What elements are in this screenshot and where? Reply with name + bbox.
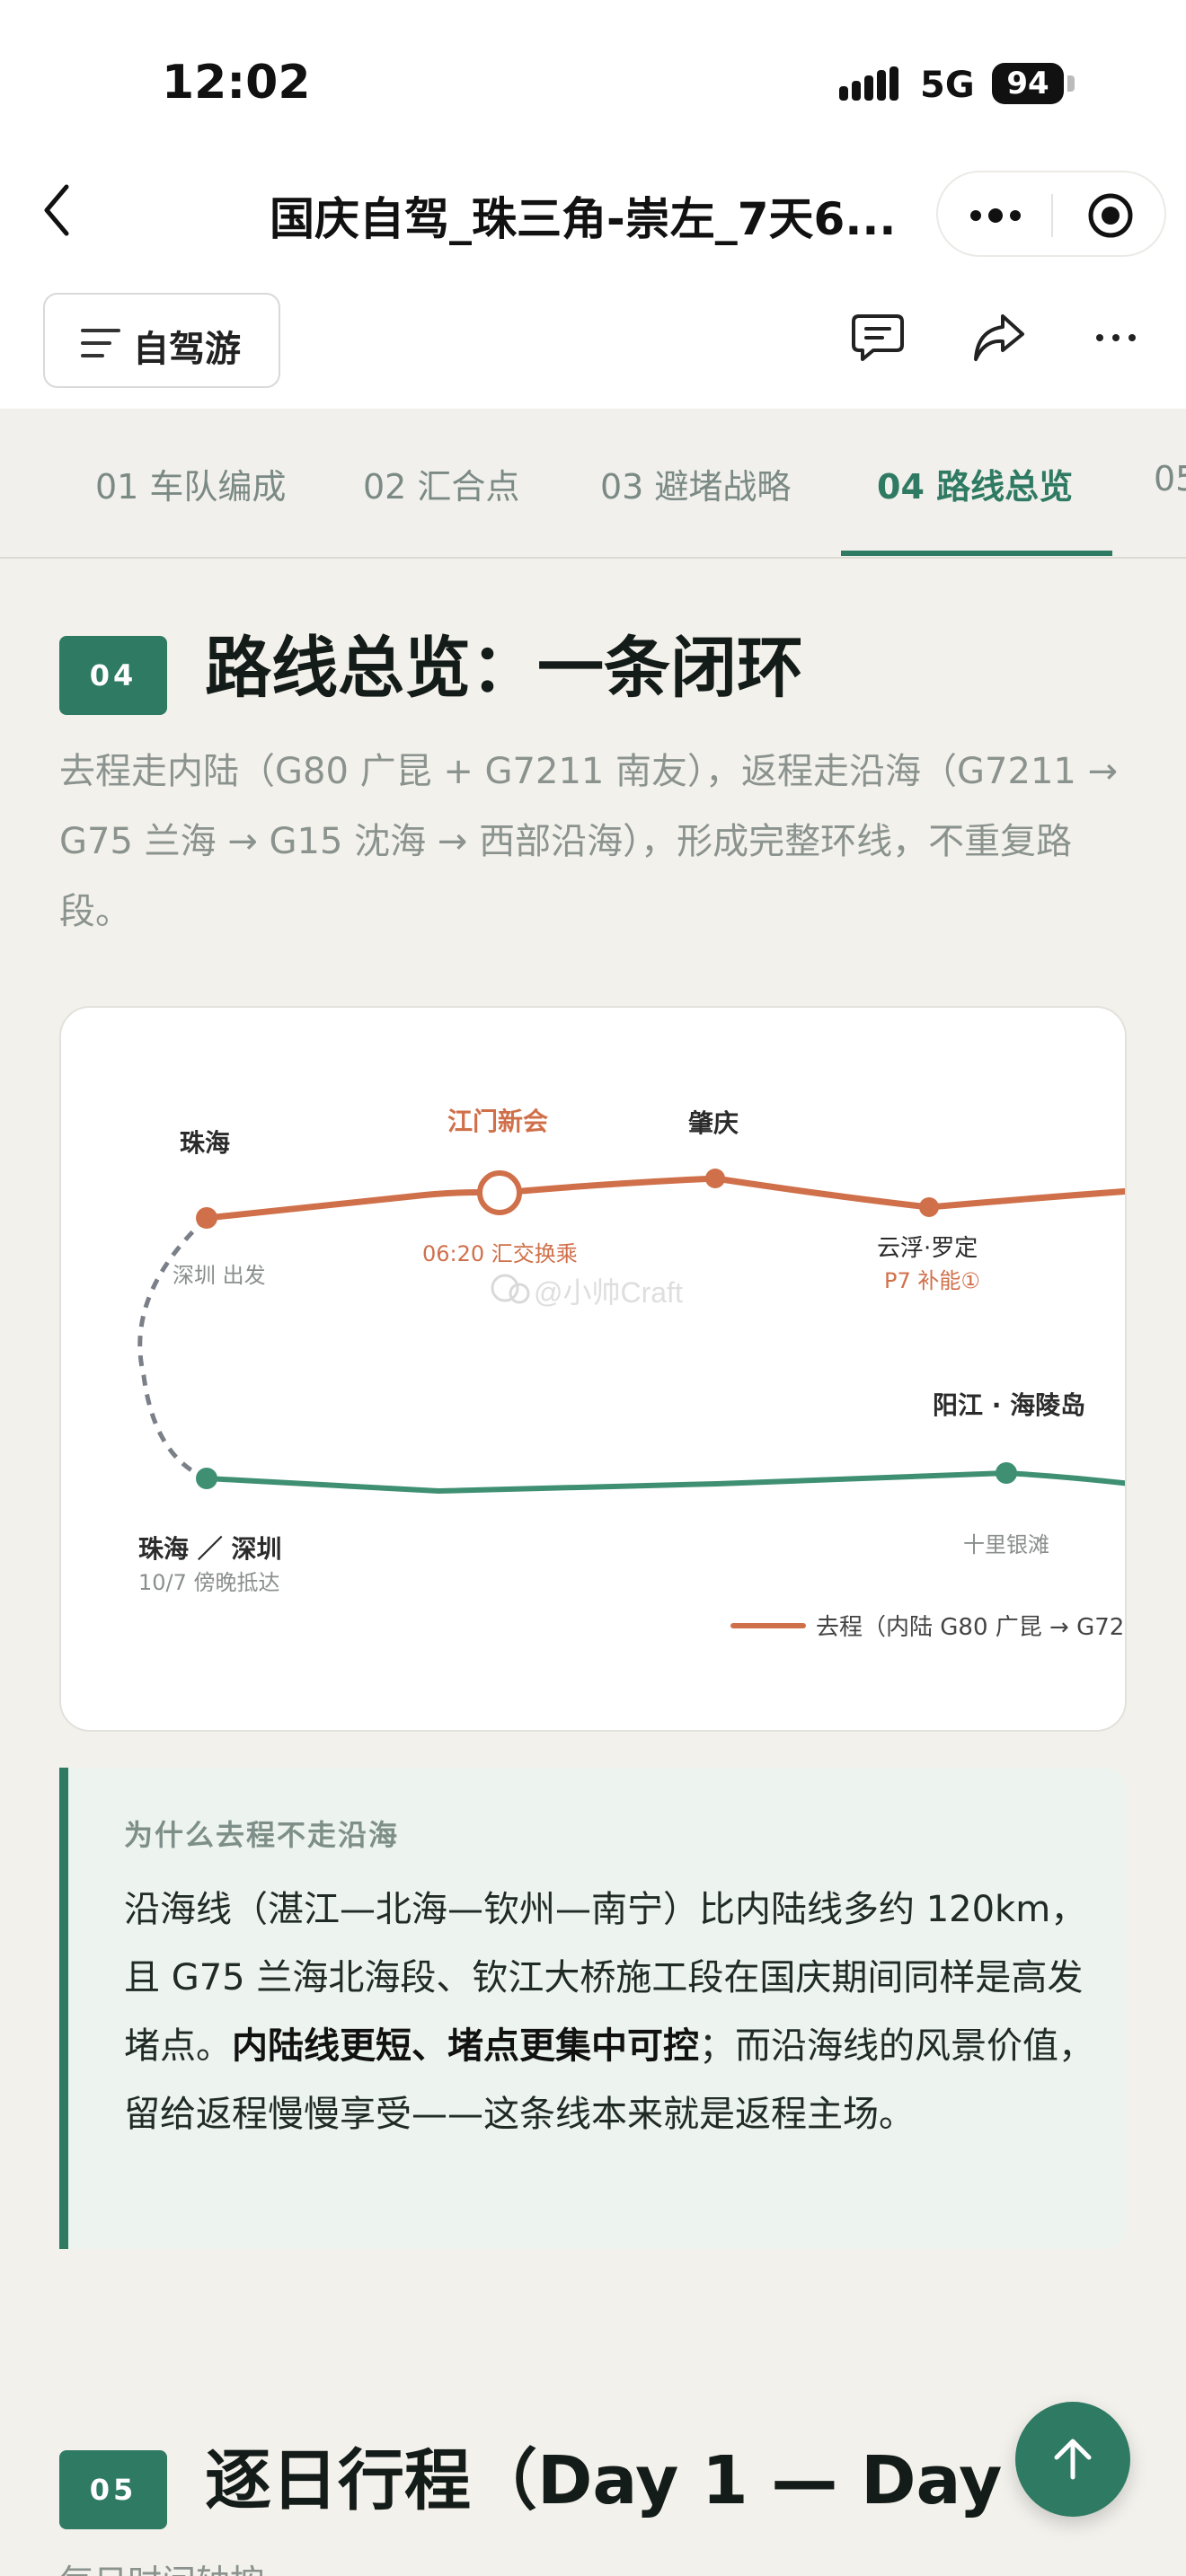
why-not-coastal-callout: 为什么去程不走沿海 沿海线（湛江—北海—钦州—南宁）比内陆线多约 120km，且… xyxy=(59,1768,1127,2249)
menu-lines-icon xyxy=(81,329,120,357)
tab-route-overview[interactable]: 04 路线总览 xyxy=(877,459,1073,508)
legend-outbound-label: 去程（内陆 G80 广昆 → G7211 南友） xyxy=(816,1614,1127,1641)
chevron-left-icon[interactable] xyxy=(40,181,75,239)
tab-next[interactable]: 05 xyxy=(1154,459,1186,498)
arrow-up-icon xyxy=(1054,2439,1092,2480)
status-time: 12:02 xyxy=(162,56,311,110)
loop-connector-line xyxy=(137,1216,208,1481)
route-map-card: @小帅Craft 珠海 深圳 出发 江门新会 06:20 汇交换乘 肇庆 云浮·… xyxy=(59,1006,1127,1732)
watermark: @小帅Craft xyxy=(491,1274,683,1309)
end-note: 10/7 傍晚抵达 xyxy=(138,1570,280,1595)
miniprogram-capsule xyxy=(936,171,1166,257)
callout-heading: 为什么去程不走沿海 xyxy=(124,1818,400,1852)
section-tabs: 01 车队编成 02 汇合点 03 避堵战略 04 路线总览 05 xyxy=(0,409,1186,559)
network-label: 5G xyxy=(920,65,975,106)
section-badge: 04 xyxy=(59,636,167,715)
more-dots-icon[interactable] xyxy=(969,199,1022,232)
section-description: 去程走内陆（G80 广昆 + G7211 南友），返程走沿海（G7211 → G… xyxy=(59,751,1119,932)
signal-bars-icon xyxy=(839,66,898,101)
active-tab-indicator xyxy=(841,551,1112,556)
watermark-text: @小帅Craft xyxy=(534,1276,683,1309)
route-map: @小帅Craft 珠海 深圳 出发 江门新会 06:20 汇交换乘 肇庆 云浮·… xyxy=(137,1107,1127,1641)
stop2-note: P7 补能① xyxy=(884,1268,980,1293)
meet-note: 06:20 汇交换乘 xyxy=(422,1241,578,1266)
section5-description: 每日时间轴按 xyxy=(59,2554,1155,2576)
stop2-node xyxy=(919,1197,939,1217)
section5-title: 逐日行程（Day 1 — Day 7） xyxy=(205,2442,1138,2519)
return-route-line xyxy=(204,1469,1125,1495)
target-icon[interactable] xyxy=(1085,190,1136,241)
tab-team[interactable]: 01 车队编成 xyxy=(95,459,286,508)
tab-meetpoint[interactable]: 02 汇合点 xyxy=(363,459,519,508)
stop2-label: 云浮·罗定 xyxy=(877,1235,978,1262)
tab-avoid-jam[interactable]: 03 避堵战略 xyxy=(600,459,791,508)
capsule-divider xyxy=(1051,194,1053,237)
section5-badge: 05 xyxy=(59,2450,167,2529)
stop1-node xyxy=(705,1169,725,1188)
meet-label: 江门新会 xyxy=(447,1107,548,1136)
scroll-top-button[interactable] xyxy=(1015,2402,1130,2517)
return-stop-label: 阳江 · 海陵岛 xyxy=(933,1390,1085,1420)
callout-emphasis: 内陆线更短、堵点更集中可控 xyxy=(232,2025,699,2067)
end-label: 珠海 ／ 深圳 xyxy=(138,1534,282,1564)
return-stop-note: 十里银滩 xyxy=(963,1532,1049,1557)
section-title: 路线总览：一条闭环 xyxy=(205,630,803,707)
menu-label: 自驾游 xyxy=(133,329,241,370)
battery-indicator: 94 xyxy=(992,63,1064,104)
start-node xyxy=(196,1207,217,1229)
battery-tip xyxy=(1067,75,1075,92)
stop1-label: 肇庆 xyxy=(688,1108,739,1138)
end-node xyxy=(196,1468,217,1489)
ellipsis-icon[interactable] xyxy=(1094,311,1139,365)
nav-bar: 国庆自驾_珠三角-崇左_7天6... xyxy=(0,144,1186,278)
menu-button[interactable]: 自驾游 xyxy=(43,293,280,388)
toolbar: 自驾游 xyxy=(0,278,1186,409)
page-title: 国庆自驾_珠三角-崇左_7天6... xyxy=(270,193,897,245)
start-note: 深圳 出发 xyxy=(173,1263,266,1288)
comment-icon[interactable] xyxy=(850,311,906,365)
callout-body: 沿海线（湛江—北海—钦州—南宁）比内陆线多约 120km，且 G75 兰海北海段… xyxy=(124,1875,1103,2148)
return-stop-node xyxy=(996,1462,1017,1484)
outbound-route-line xyxy=(203,1175,1125,1222)
start-label: 珠海 xyxy=(180,1128,230,1158)
meet-node xyxy=(477,1170,522,1215)
share-icon[interactable] xyxy=(970,311,1026,365)
